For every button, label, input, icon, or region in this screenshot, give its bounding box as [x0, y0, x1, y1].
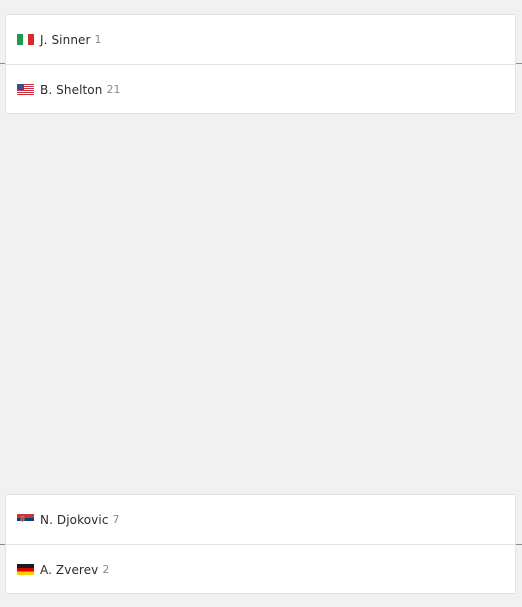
germany-flag-icon	[17, 564, 34, 575]
usa-flag-icon	[17, 84, 34, 95]
serbia-flag-icon	[17, 514, 34, 525]
player-name: N. Djokovic	[40, 512, 109, 527]
match-card-semifinal-1[interactable]: J. Sinner 1 B. Shelton 21	[5, 14, 516, 114]
bracket-connector-right	[516, 63, 522, 64]
match-card-semifinal-2[interactable]: N. Djokovic 7 A. Zverev 2	[5, 494, 516, 594]
player-name: A. Zverev	[40, 562, 99, 577]
player-name: J. Sinner	[40, 32, 91, 47]
player-seed: 2	[102, 563, 110, 576]
player-seed: 1	[94, 33, 102, 46]
player-seed: 21	[106, 83, 121, 96]
italy-flag-icon	[17, 34, 34, 45]
player-row[interactable]: J. Sinner 1	[6, 15, 515, 64]
player-row[interactable]: B. Shelton 21	[6, 64, 515, 114]
player-row[interactable]: A. Zverev 2	[6, 544, 515, 594]
player-name: B. Shelton	[40, 82, 103, 97]
player-row[interactable]: N. Djokovic 7	[6, 495, 515, 544]
bracket-connector-right	[516, 544, 522, 545]
player-seed: 7	[112, 513, 120, 526]
bracket-view: J. Sinner 1 B. Shelton 21 N. Djokovic 7 …	[0, 0, 522, 607]
